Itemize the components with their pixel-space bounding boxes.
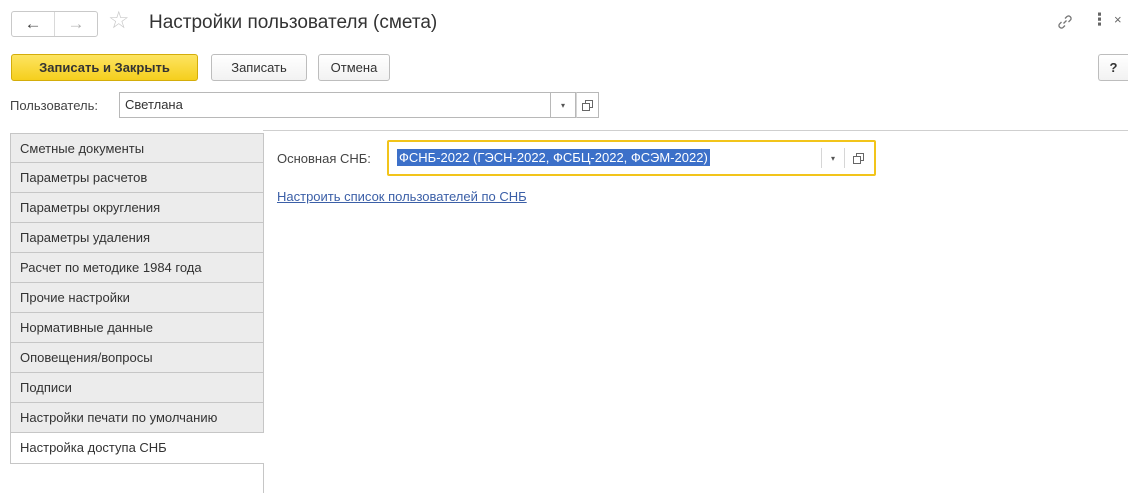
save-button[interactable]: Записать [211,54,307,81]
open-form-icon [582,99,593,111]
close-icon[interactable]: × [1114,13,1122,26]
title-bar: ← → ☆ Настройки пользователя (смета) ⋮ × [0,0,1128,44]
save-and-close-button[interactable]: Записать и Закрыть [11,54,198,81]
tab-snb-access[interactable]: Настройка доступа СНБ [10,433,264,464]
user-open-button[interactable] [576,92,599,118]
tab-other-settings[interactable]: Прочие настройки [10,283,264,313]
user-label: Пользователь: [10,98,98,113]
tab-print-defaults[interactable]: Настройки печати по умолчанию [10,403,264,433]
favorite-star-icon[interactable]: ☆ [108,9,130,33]
configure-snb-users-link[interactable]: Настроить список пользователей по СНБ [277,189,527,204]
settings-tab-list: Сметные документы Параметры расчетов Пар… [10,133,264,464]
back-button[interactable]: ← [12,12,54,36]
forward-button[interactable]: → [54,12,97,36]
tab-normative-data[interactable]: Нормативные данные [10,313,264,343]
tab-notifications[interactable]: Оповещения/вопросы [10,343,264,373]
chevron-down-icon: ▾ [560,100,565,110]
chevron-down-icon: ▾ [830,153,835,163]
content-divider [263,130,1128,131]
tab-estimate-documents[interactable]: Сметные документы [10,133,264,163]
more-menu-icon[interactable]: ⋮ [1091,11,1108,28]
main-snb-value[interactable]: ФСНБ-2022 (ГЭСН-2022, ФСБЦ-2022, ФСЭМ-20… [397,149,710,166]
tab-1984-method[interactable]: Расчет по методике 1984 года [10,253,264,283]
open-form-icon [852,152,864,164]
main-snb-label: Основная СНБ: [277,151,371,166]
tab-signatures[interactable]: Подписи [10,373,264,403]
cancel-button[interactable]: Отмена [318,54,390,81]
main-snb-field[interactable]: ФСНБ-2022 (ГЭСН-2022, ФСБЦ-2022, ФСЭМ-20… [387,140,876,176]
snb-dropdown-button[interactable]: ▾ [822,148,844,168]
link-icon[interactable] [1056,13,1074,31]
form-window: ← → ☆ Настройки пользователя (смета) ⋮ ×… [0,0,1128,493]
tab-calculation-params[interactable]: Параметры расчетов [10,163,264,193]
tab-rounding-params[interactable]: Параметры округления [10,193,264,223]
arrow-left-icon: ← [24,14,42,33]
user-field[interactable]: Светлана [119,92,551,118]
window-title: Настройки пользователя (смета) [149,12,438,33]
tab-panel-border [263,463,264,493]
snb-open-button[interactable] [845,148,871,168]
tab-deletion-params[interactable]: Параметры удаления [10,223,264,253]
arrow-right-icon: → [67,14,85,33]
user-dropdown-button[interactable]: ▾ [551,92,576,118]
help-button[interactable]: ? [1098,54,1128,81]
navigation-group: ← → [11,11,98,37]
